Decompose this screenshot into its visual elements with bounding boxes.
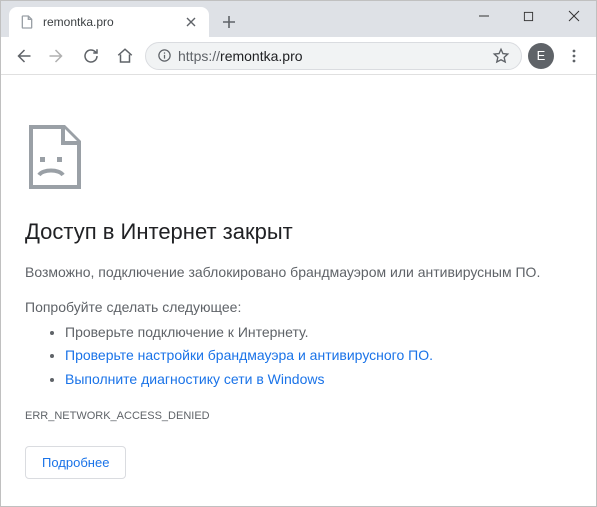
address-bar[interactable]: https://remontka.pro: [145, 42, 522, 70]
home-button[interactable]: [111, 42, 139, 70]
error-message: Возможно, подключение заблокировано бран…: [25, 263, 572, 283]
new-tab-button[interactable]: [215, 8, 243, 36]
browser-tab[interactable]: remontka.pro: [9, 7, 209, 37]
reload-button[interactable]: [77, 42, 105, 70]
tab-title: remontka.pro: [43, 15, 183, 29]
error-code: ERR_NETWORK_ACCESS_DENIED: [25, 410, 572, 422]
site-info-icon[interactable]: [156, 48, 172, 64]
window-minimize-button[interactable]: [461, 1, 506, 31]
browser-menu-button[interactable]: [560, 42, 588, 70]
suggestion-link[interactable]: Выполните диагностику сети в Windows: [65, 371, 324, 387]
url-text: https://remontka.pro: [178, 48, 303, 64]
suggestion-item: Проверьте подключение к Интернету.: [65, 321, 572, 345]
window-controls: [461, 1, 596, 31]
suggestion-item: Выполните диагностику сети в Windows: [65, 368, 572, 392]
suggestion-item: Проверьте настройки брандмауэра и антиви…: [65, 344, 572, 368]
suggestion-link[interactable]: Проверьте настройки брандмауэра и антиви…: [65, 347, 433, 363]
window-close-button[interactable]: [551, 1, 596, 31]
tab-favicon-icon: [19, 14, 35, 30]
tab-close-icon[interactable]: [183, 14, 199, 30]
suggestions-list: Проверьте подключение к Интернету. Провер…: [25, 321, 572, 392]
forward-button[interactable]: [43, 42, 71, 70]
error-page: Доступ в Интернет закрыт Возможно, подкл…: [1, 75, 596, 499]
details-button[interactable]: Подробнее: [25, 446, 126, 479]
window-maximize-button[interactable]: [506, 1, 551, 31]
avatar-initial: E: [537, 48, 546, 63]
back-button[interactable]: [9, 42, 37, 70]
toolbar: https://remontka.pro E: [1, 37, 596, 75]
profile-avatar[interactable]: E: [528, 43, 554, 69]
bookmark-icon[interactable]: [491, 46, 511, 66]
url-host: remontka.pro: [220, 48, 302, 64]
url-scheme: https://: [178, 48, 220, 64]
error-heading: Доступ в Интернет закрыт: [25, 219, 572, 245]
try-label: Попробуйте сделать следующее:: [25, 299, 572, 315]
titlebar: remontka.pro: [1, 1, 596, 37]
sad-file-icon: [25, 125, 572, 189]
